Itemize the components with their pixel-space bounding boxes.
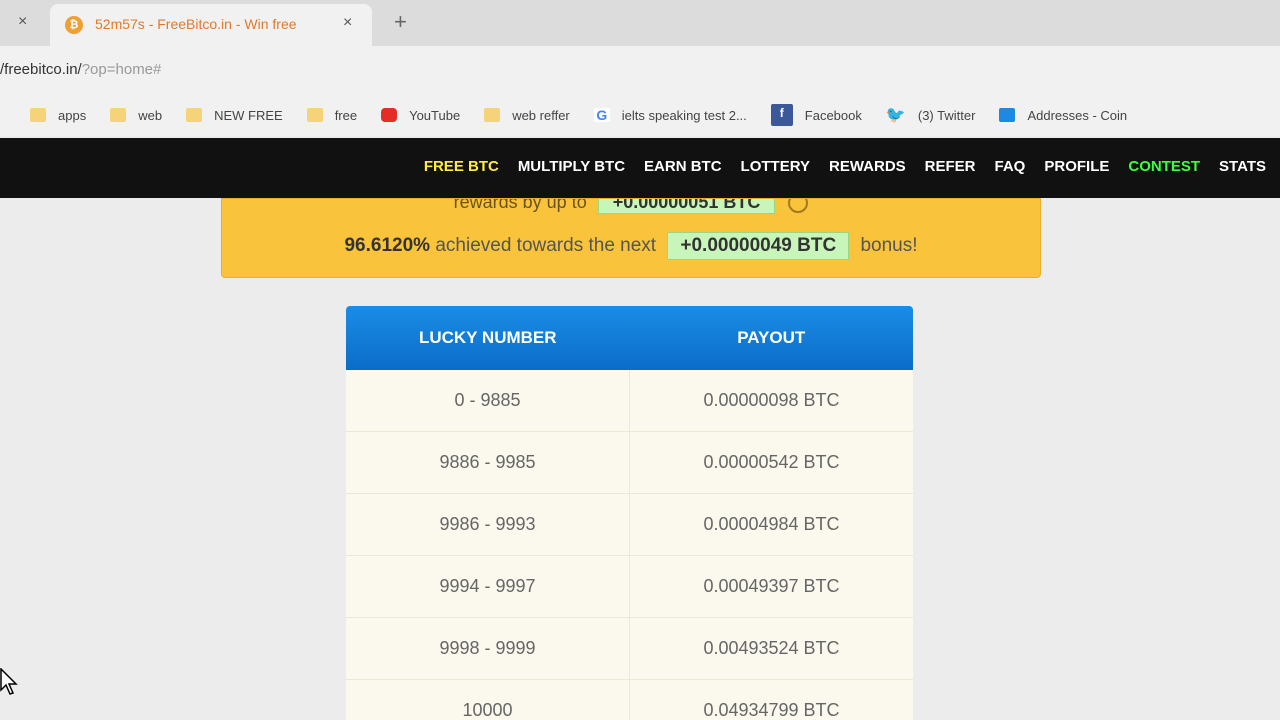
close-icon[interactable]: × [18,13,27,31]
lucky-number-cell: 9886 - 9985 [439,452,536,472]
column-header-lucky-number: LUCKY NUMBER [418,328,557,347]
youtube-icon [381,108,398,122]
mouse-cursor-icon [0,668,18,695]
twitter-icon: 🐦 [885,107,906,124]
tab-title: 52m57s - FreeBitco.in - Win free [95,16,297,32]
url-host: /freebitco.in/ [0,61,82,78]
bonus-value-badge: +0.00000049 BTC [667,232,850,260]
info-icon[interactable] [788,199,809,214]
payout-cell: 0.00004984 BTC [629,494,913,555]
bookmark-label: YouTube [409,107,461,123]
bookmark-free[interactable]: free [306,107,358,123]
bonus-text: bonus! [860,235,918,256]
tab-close-icon[interactable]: × [343,14,352,32]
nav-refer[interactable]: REFER [925,158,976,175]
bookmark-web[interactable]: web [110,108,162,123]
bookmark-ielts[interactable]: G ielts speaking test 2... [593,107,747,123]
browser-tab[interactable]: ₿ 52m57s - FreeBitco.in - Win free × [50,4,372,46]
folder-icon [484,108,501,122]
table-row: 10000 0.04934799 BTC [346,680,913,720]
reward-value-badge: +0.00000051 BTC [597,199,776,214]
folder-icon [306,108,323,122]
payout-cell: 0.00000098 BTC [629,370,913,431]
address-bar[interactable]: /freebitco.in/?op=home# [0,46,1280,94]
lucky-number-cell: 9998 - 9999 [439,638,536,658]
table-row: 9998 - 9999 0.00493524 BTC [346,618,913,680]
table-header: LUCKY NUMBER PAYOUT [346,306,913,370]
bookmark-label: Facebook [804,107,862,123]
bookmarks-bar: apps web NEW FREE free YouTube web reffe… [0,94,1280,136]
bookmark-label: ielts speaking test 2... [621,107,747,123]
bookmark-label: (3) Twitter [917,107,976,123]
new-tab-button[interactable]: + [394,9,407,35]
nav-free-btc[interactable]: FREE BTC [424,158,499,175]
bookmark-label: Addresses - Coin [1027,107,1128,123]
column-header-payout: PAYOUT [737,328,806,347]
bookmark-label: free [334,107,358,123]
table-row: 9986 - 9993 0.00004984 BTC [346,494,913,556]
bookmark-label: apps [58,107,87,123]
banner-top-text: rewards by up to [453,198,587,212]
bookmark-facebook[interactable]: f Facebook [770,104,862,126]
bookmark-twitter[interactable]: 🐦 (3) Twitter [886,105,976,125]
bookmark-addresses[interactable]: Addresses - Coin [999,108,1127,123]
browser-tab-strip: × ₿ 52m57s - FreeBitco.in - Win free × + [0,0,1280,46]
nav-profile[interactable]: PROFILE [1044,158,1109,175]
bookmark-youtube[interactable]: YouTube [381,108,460,123]
folder-icon [186,108,203,122]
progress-text: achieved towards the next [435,235,657,256]
nav-earn-btc[interactable]: EARN BTC [644,158,722,175]
bookmark-new-free[interactable]: NEW FREE [186,108,283,123]
bookmark-apps[interactable]: apps [30,108,86,123]
banner-progress-line: 96.6120% achieved towards the next +0.00… [222,232,1040,260]
bitcoin-favicon-icon: ₿ [65,16,83,34]
bookmark-label: web reffer [512,107,570,123]
folder-icon [110,108,127,122]
facebook-icon: f [770,104,793,126]
nav-faq[interactable]: FAQ [995,158,1026,175]
payout-cell: 0.00000542 BTC [629,432,913,493]
bookmark-label: NEW FREE [214,107,283,123]
folder-icon [30,108,46,122]
addresses-icon [999,108,1016,122]
payout-cell: 0.00493524 BTC [629,618,913,679]
google-icon: G [593,108,610,122]
site-navigation: FREE BTC MULTIPLY BTC EARN BTC LOTTERY R… [0,138,1280,198]
banner-top-line: rewards by up to +0.00000051 BTC [222,198,1040,214]
table-row: 0 - 9885 0.00000098 BTC [346,370,913,432]
nav-multiply-btc[interactable]: MULTIPLY BTC [518,158,625,175]
nav-lottery[interactable]: LOTTERY [741,158,810,175]
lucky-number-cell: 9994 - 9997 [439,576,536,596]
url-text[interactable]: /freebitco.in/?op=home# [0,61,161,78]
lucky-number-cell: 0 - 9885 [454,390,521,410]
lucky-number-cell: 9986 - 9993 [439,514,536,534]
lucky-number-cell: 10000 [462,700,513,720]
payout-cell: 0.00049397 BTC [629,556,913,617]
payout-cell: 0.04934799 BTC [629,680,913,720]
nav-rewards[interactable]: REWARDS [829,158,906,175]
url-path: ?op=home# [81,61,162,78]
bookmark-web-reffer[interactable]: web reffer [484,108,570,123]
nav-stats[interactable]: STATS [1219,158,1266,175]
payout-table: LUCKY NUMBER PAYOUT 0 - 9885 0.00000098 … [346,306,913,720]
nav-contest[interactable]: CONTEST [1128,158,1200,175]
reward-bonus-banner: rewards by up to +0.00000051 BTC 96.6120… [221,198,1041,278]
progress-percent: 96.6120% [344,235,431,256]
table-row: 9886 - 9985 0.00000542 BTC [346,432,913,494]
bookmark-label: web [138,107,163,123]
table-row: 9994 - 9997 0.00049397 BTC [346,556,913,618]
